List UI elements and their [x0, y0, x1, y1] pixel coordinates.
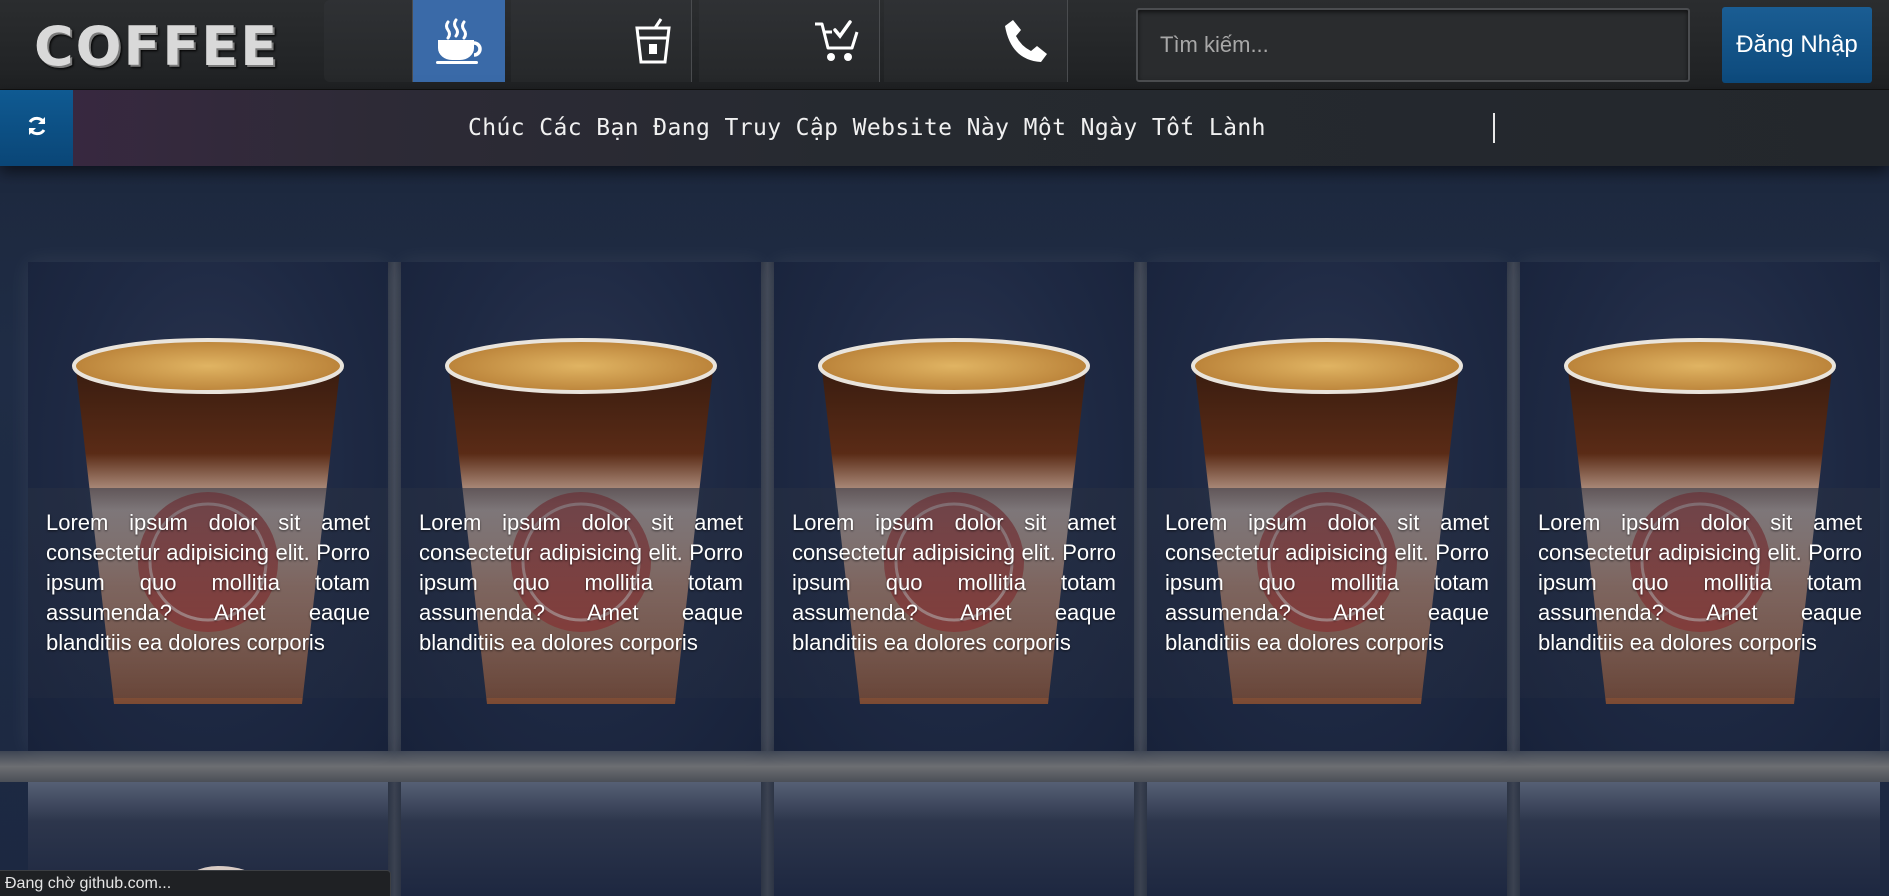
- column-divider: [761, 262, 774, 896]
- product-card[interactable]: Lorem ipsum dolor sit amet consectetur a…: [401, 262, 761, 751]
- login-button[interactable]: Đăng Nhập: [1722, 7, 1872, 83]
- browser-status-bar: Đang chờ github.com...: [0, 870, 391, 896]
- product-card[interactable]: Lorem ipsum dolor sit amet consectetur a…: [1147, 262, 1507, 751]
- top-header: COFFEE Tìm kiếm... Đăng Nhập: [0, 0, 1889, 90]
- card-description: Lorem ipsum dolor sit amet consectetur a…: [419, 510, 743, 655]
- product-card[interactable]: Lorem ipsum dolor sit amet consectetur a…: [28, 262, 388, 751]
- nav-button-drinks[interactable]: [511, 0, 692, 82]
- card-caption: Lorem ipsum dolor sit amet consectetur a…: [1147, 488, 1507, 698]
- nav-button-cart[interactable]: [699, 0, 880, 82]
- nav-button-coffee[interactable]: [413, 0, 505, 82]
- card-description: Lorem ipsum dolor sit amet consectetur a…: [792, 510, 1116, 655]
- product-card-row2[interactable]: [1520, 782, 1880, 896]
- coffee-cup-icon: [434, 18, 484, 64]
- nav-button-contact[interactable]: [884, 0, 1068, 82]
- card-caption: Lorem ipsum dolor sit amet consectetur a…: [28, 488, 388, 698]
- card-caption: Lorem ipsum dolor sit amet consectetur a…: [1520, 488, 1880, 698]
- column-divider: [388, 262, 401, 896]
- card-caption: Lorem ipsum dolor sit amet consectetur a…: [774, 488, 1134, 698]
- product-card-row2[interactable]: [401, 782, 761, 896]
- card-description: Lorem ipsum dolor sit amet consectetur a…: [1165, 510, 1489, 655]
- text-caret: [1493, 113, 1495, 143]
- drink-cup-icon: [633, 18, 673, 64]
- refresh-button[interactable]: [0, 90, 73, 166]
- site-logo[interactable]: COFFEE: [34, 14, 279, 80]
- card-description: Lorem ipsum dolor sit amet consectetur a…: [46, 510, 370, 655]
- nav-button-blank[interactable]: [324, 0, 413, 82]
- product-card[interactable]: Lorem ipsum dolor sit amet consectetur a…: [1520, 262, 1880, 751]
- product-card[interactable]: Lorem ipsum dolor sit amet consectetur a…: [774, 262, 1134, 751]
- ticker-bar: Chúc Các Bạn Đang Truy Cập Website Này M…: [0, 90, 1889, 166]
- ticker-message: Chúc Các Bạn Đang Truy Cập Website Này M…: [468, 115, 1266, 141]
- product-card-row2[interactable]: [1147, 782, 1507, 896]
- cart-check-icon: [813, 18, 861, 64]
- search-input[interactable]: [1136, 8, 1690, 82]
- card-caption: Lorem ipsum dolor sit amet consectetur a…: [401, 488, 761, 698]
- column-divider: [1507, 262, 1520, 896]
- column-divider: [1134, 262, 1147, 896]
- card-description: Lorem ipsum dolor sit amet consectetur a…: [1538, 510, 1862, 655]
- row-divider: [0, 751, 1889, 782]
- product-card-row2[interactable]: [774, 782, 1134, 896]
- phone-icon: [1003, 18, 1049, 64]
- refresh-icon: [26, 115, 48, 142]
